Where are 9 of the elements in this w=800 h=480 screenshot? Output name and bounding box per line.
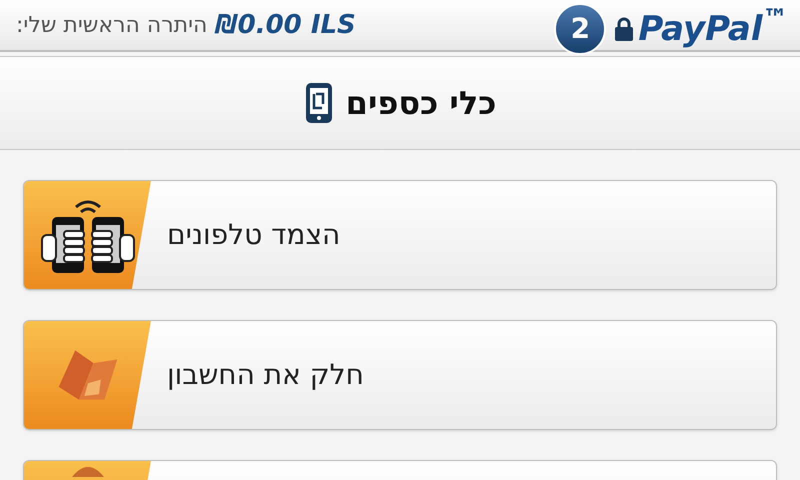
page-title: כלי כספים [346, 83, 496, 124]
balance-label: היתרה הראשית שלי: [16, 12, 208, 40]
item-label: חלק את החשבון [167, 357, 364, 393]
menu-item[interactable]: הצמד טלפונים [23, 180, 777, 290]
paypal-logo: PayPal$^{™}$ [638, 4, 788, 50]
item-label: הצמד טלפונים [167, 217, 340, 253]
notification-badge[interactable]: 2 [554, 3, 606, 55]
menu-item[interactable]: חלק את החשבון [23, 320, 777, 430]
balance-amount: ₪0.00 ILS [215, 8, 356, 42]
